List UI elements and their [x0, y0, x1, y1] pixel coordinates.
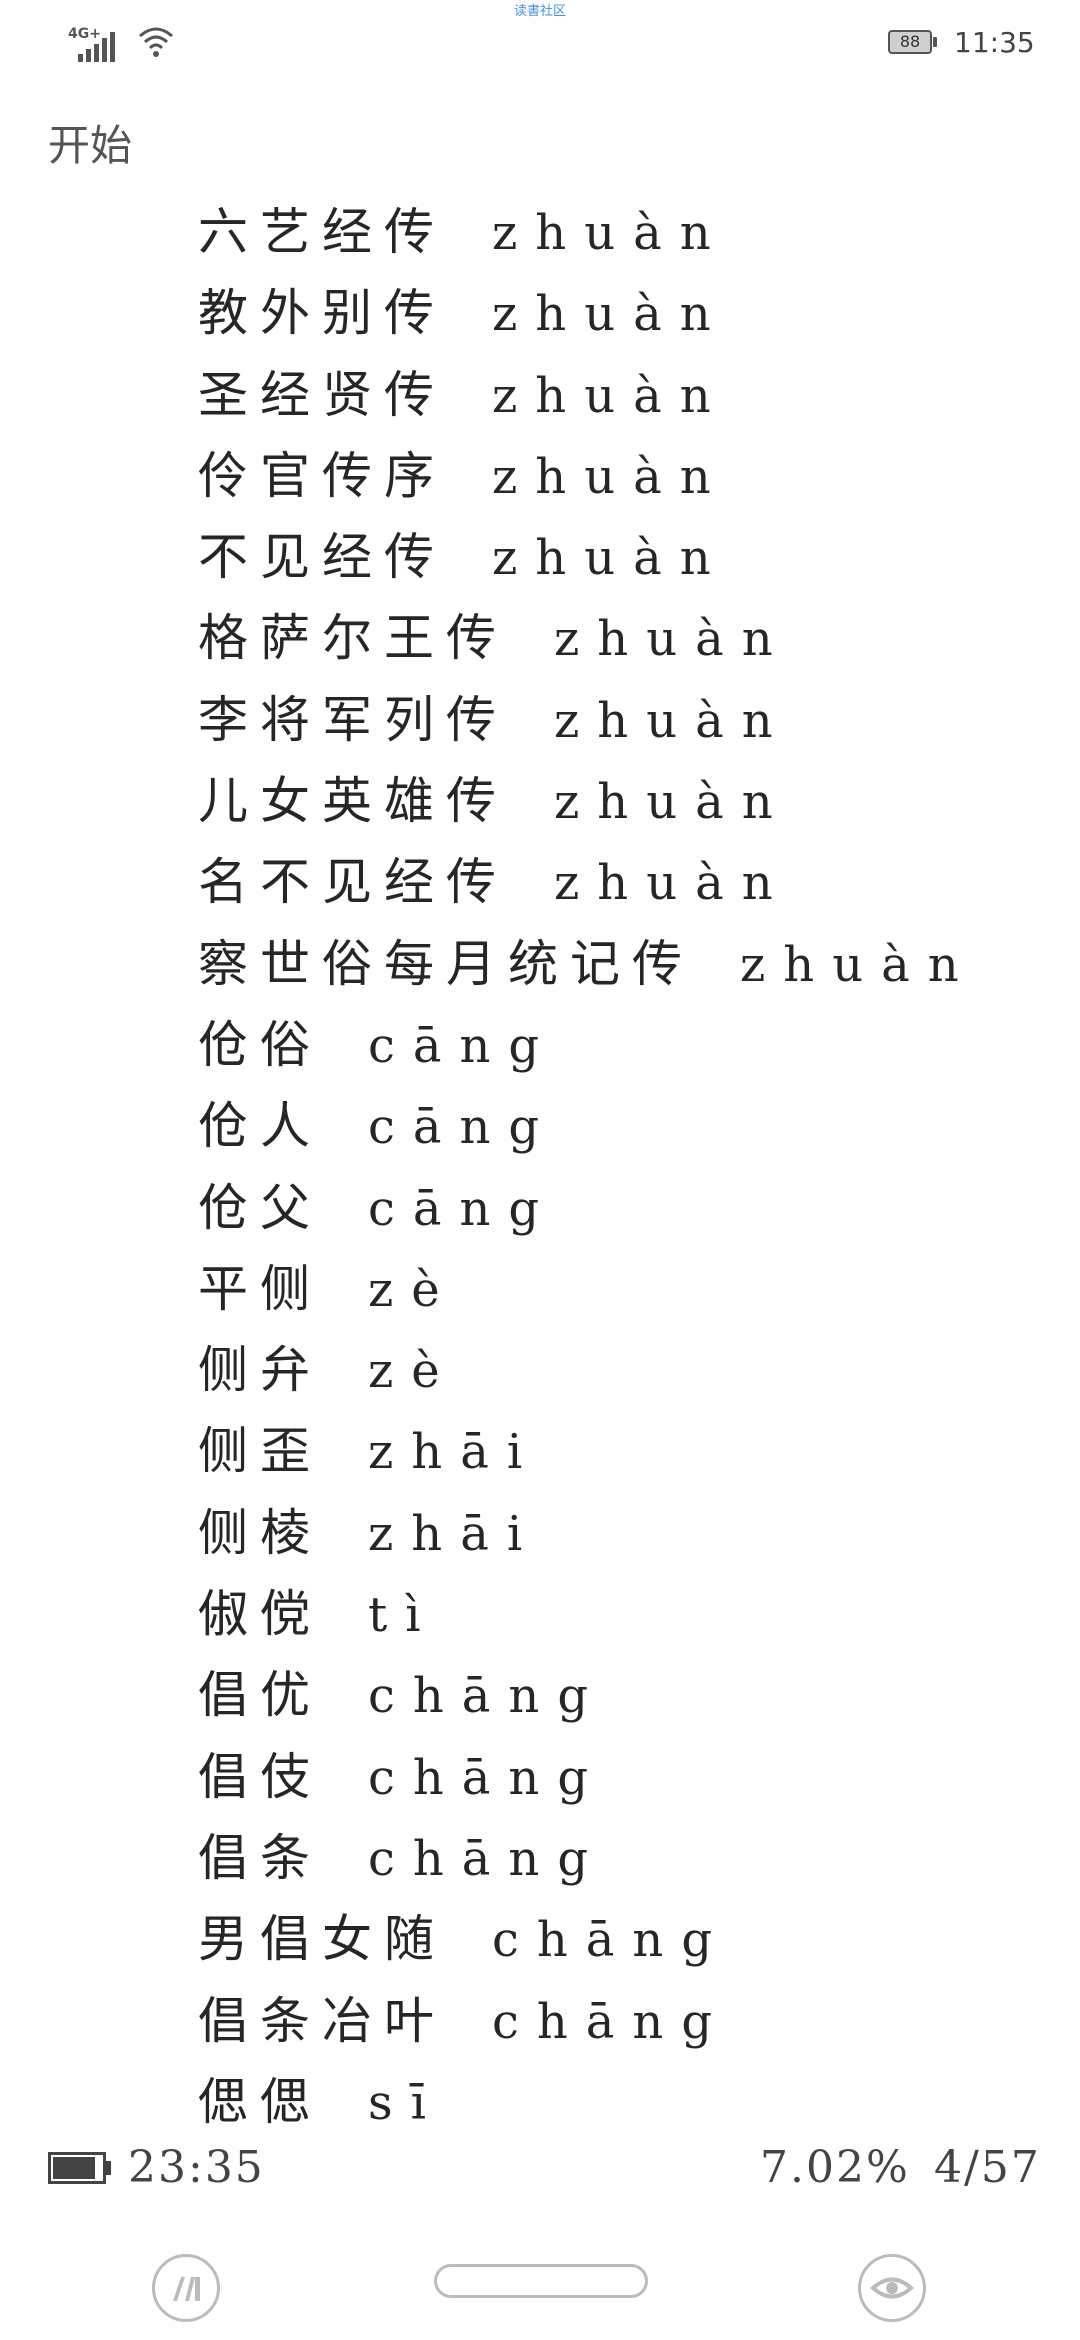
line-word: 倡条 [198, 1828, 322, 1887]
line-word: 侧歪 [198, 1422, 322, 1481]
reading-content[interactable]: 六艺经传 zhuàn 教外别传 zhuàn 圣经贤传 zhuàn 伶官传序 zhuàn 不见经传… [198, 192, 1058, 2143]
line-pinyin: zhuàn [492, 448, 729, 505]
content-line: 倡伎 chāng [198, 1737, 1058, 1818]
content-line: 男倡女随 chāng [198, 1899, 1058, 1980]
line-word: 教外别传 [198, 284, 446, 343]
cellular-signal-icon: 4G+ [68, 26, 132, 62]
line-word: 察世俗每月统记传 [198, 934, 694, 993]
line-pinyin: tì [368, 1587, 439, 1644]
status-center-text: 读書社区 [513, 4, 566, 19]
line-pinyin: zè [368, 1261, 458, 1318]
content-line: 侧歪 zhāi [198, 1411, 1058, 1492]
content-line: 格萨尔王传 zhuàn [198, 598, 1058, 679]
line-word: 伧人 [198, 1097, 322, 1156]
line-pinyin: chāng [492, 1912, 731, 1969]
line-pinyin: zhuàn [554, 692, 791, 749]
line-pinyin: zhāi [368, 1505, 541, 1562]
line-word: 侧棱 [198, 1503, 322, 1562]
line-pinyin: cāng [368, 1017, 558, 1074]
line-word: 圣经贤传 [198, 365, 446, 424]
line-word: 男倡女随 [198, 1910, 446, 1969]
content-line: 俶傥 tì [198, 1574, 1058, 1655]
content-line: 李将军列传 zhuàn [198, 680, 1058, 761]
footer-battery-icon [48, 2152, 106, 2184]
content-line: 不见经传 zhuàn [198, 517, 1058, 598]
content-line: 倡优 chāng [198, 1655, 1058, 1736]
line-pinyin: chāng [368, 1668, 607, 1725]
line-pinyin: zhāi [368, 1424, 541, 1481]
line-pinyin: zhuàn [554, 774, 791, 831]
line-pinyin: cāng [368, 1099, 558, 1156]
network-type: 4G+ [68, 26, 101, 42]
eye-icon[interactable] [858, 2254, 926, 2322]
line-pinyin: zhuàn [492, 530, 729, 587]
content-line: 伧人 cāng [198, 1086, 1058, 1167]
line-word: 不见经传 [198, 528, 446, 587]
line-pinyin: zhuàn [554, 611, 791, 668]
line-word: 倡伎 [198, 1747, 322, 1806]
status-battery-level: 88 [899, 32, 921, 51]
line-pinyin: zhuàn [492, 205, 729, 261]
wifi-icon [136, 24, 176, 60]
content-line: 侧弁 zè [198, 1330, 1058, 1411]
line-word: 侧弁 [198, 1341, 322, 1400]
line-word: 倡条冶叶 [198, 1991, 446, 2050]
line-word: 伧俗 [198, 1015, 322, 1074]
line-pinyin: chāng [492, 1993, 731, 2050]
line-word: 俶傥 [198, 1585, 322, 1644]
navigation-bar [0, 2240, 1080, 2340]
line-pinyin: zè [368, 1343, 458, 1400]
reading-progress: 7.02% [760, 2142, 910, 2193]
content-line: 伧父 cāng [198, 1168, 1058, 1249]
line-word: 李将军列传 [198, 690, 508, 749]
line-word: 倡优 [198, 1666, 322, 1725]
content-line: 伶官传序 zhuàn [198, 436, 1058, 517]
status-bar: 读書社区 4G+ 88 11:35 [0, 0, 1080, 80]
line-pinyin: zhuàn [740, 936, 977, 993]
line-pinyin: zhuàn [492, 367, 729, 424]
line-pinyin: zhuàn [492, 286, 729, 343]
content-line: 侧棱 zhāi [198, 1493, 1058, 1574]
content-line: 倡条冶叶 chāng [198, 1981, 1058, 2062]
line-word: 伶官传序 [198, 446, 446, 505]
page-indicator: 4/57 [934, 2142, 1041, 2193]
content-line: 教外别传 zhuàn [198, 273, 1058, 354]
reader-footer: 23:35 7.02% 4/57 [0, 2130, 1080, 2210]
line-word: 六艺经传 [198, 203, 446, 261]
line-word: 平侧 [198, 1259, 322, 1318]
reader-app-icon[interactable] [152, 2254, 220, 2322]
content-line: 平侧 zè [198, 1249, 1058, 1330]
content-line: 儿女英雄传 zhuàn [198, 761, 1058, 842]
content-line: 圣经贤传 zhuàn [198, 355, 1058, 436]
line-word: 格萨尔王传 [198, 609, 508, 668]
content-line: 察世俗每月统记传 zhuàn [198, 924, 1058, 1005]
content-line: 名不见经传 zhuàn [198, 842, 1058, 923]
content-line: 伧俗 cāng [198, 1005, 1058, 1086]
line-word: 伧父 [198, 1178, 322, 1237]
line-pinyin: zhuàn [554, 855, 791, 912]
line-pinyin: chāng [368, 1749, 607, 1806]
line-pinyin: sī [368, 2074, 444, 2131]
line-pinyin: cāng [368, 1180, 558, 1237]
home-pill[interactable] [434, 2264, 648, 2298]
line-word: 名不见经传 [198, 853, 508, 912]
chapter-title: 开始 [48, 121, 133, 170]
footer-time: 23:35 [128, 2142, 265, 2193]
status-time: 11:35 [954, 26, 1035, 59]
line-word: 偲偲 [198, 2072, 322, 2131]
status-battery-icon: 88 [888, 30, 940, 56]
line-pinyin: chāng [368, 1830, 607, 1887]
line-word: 儿女英雄传 [198, 772, 508, 831]
content-line: 六艺经传 zhuàn [198, 192, 1058, 273]
content-line: 倡条 chāng [198, 1818, 1058, 1899]
